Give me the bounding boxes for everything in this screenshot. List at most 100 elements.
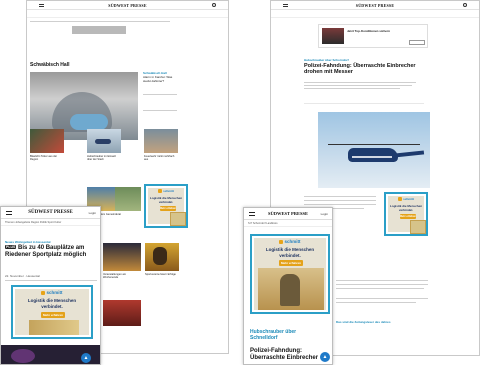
ad-headline-2: verbindet. [41,304,63,309]
helicopter-shape [95,139,111,144]
mobile-section-nav[interactable]: S P Schorndorf Landkreis [244,220,332,227]
ad-headline-2: verbindet. [279,253,301,258]
teaser-image-light [11,349,35,363]
arrow-up-icon[interactable]: ▲ [320,352,330,362]
article-tile-image[interactable] [144,129,178,153]
divider [5,280,97,281]
teaser-card[interactable]: Jetzt Top-Konditionen sichern [318,24,428,48]
ad-logo-icon [41,290,46,295]
ad-headline-2: verbindet. [398,208,414,212]
article-tile-caption[interactable]: Hubschrauber im Einsatz über der Stadt [87,155,121,161]
mobile-screenshot-polizei-fahndung: SÜDWEST PRESSE Login S P Schorndorf Land… [243,207,333,365]
article-text-line [336,302,416,303]
section-nav[interactable] [271,10,479,18]
mobile-header: SÜDWEST PRESSE Login [1,207,100,219]
article-tile-caption[interactable]: Feuerwehr rückt mehrfach aus [144,155,178,161]
teaser-image-car [322,28,344,44]
ad-background: schmitt Logistik die Menschen verbindet.… [254,238,326,310]
login-link[interactable]: Login [89,211,96,215]
ad-schmitt-mobile[interactable]: schmitt Logistik die Menschen verbindet.… [11,285,93,339]
ad-cta-button[interactable]: Mehr erfahren [41,312,65,318]
teaser-button[interactable] [409,40,425,45]
article-tile-image[interactable] [30,129,64,153]
search-icon[interactable] [463,3,467,7]
divider [143,110,177,111]
ad-logo: schmitt [388,197,424,202]
article-text-line [336,288,424,289]
article-tile-image[interactable] [103,300,141,326]
site-logo[interactable]: SÜDWEST PRESSE [27,3,228,8]
helicopter-stripe [352,156,392,158]
plus-badge: PLUS [5,245,17,250]
ad-logo-icon [158,189,163,194]
mobile-screenshot-bauplaetze: SÜDWEST PRESSE Login Themen Jobangebote … [0,206,101,365]
ad-logo-icon [398,197,403,202]
article-title: Polizei-Fahndung: Überraschte Einbrecher… [304,63,416,76]
search-icon[interactable] [212,3,216,7]
site-logo[interactable]: SÜDWEST PRESSE [1,210,100,215]
article-text-line [304,196,376,197]
ad-schmitt-small[interactable]: schmitt Logistik die Menschen verbindet.… [144,184,188,228]
helicopter-body [348,148,398,162]
divider [304,103,424,104]
article-tile-image-helicopter[interactable] [87,129,121,153]
article-tile-image[interactable] [145,243,179,271]
side-teaser-headline: Alarm in Kanzlei: Was steckt dahinter? [143,74,173,83]
teaser-title: Jetzt Top-Konditionen sichern [347,29,390,33]
arrow-up-icon[interactable]: ▲ [81,353,91,363]
ad-schmitt-small[interactable]: schmitt Logistik die Menschen verbindet.… [384,192,428,236]
login-link[interactable]: Login [321,212,328,216]
collage: SÜDWEST PRESSE Schwäbisch Hall Schwäbisc… [0,0,483,365]
helicopter-rotor [328,144,420,145]
article-text-line [336,280,428,281]
related-link[interactable]: Das sind die Zeitungsleser des Jahres [336,320,391,324]
ad-banner-placeholder[interactable] [72,26,126,34]
article-title-text: Bis zu 40 Bauplätze am Riedener Sportpla… [5,245,87,259]
ad-logo: schmitt [254,239,326,244]
mobile-section-nav[interactable]: Themen Jobangebote Region Politik Sport … [1,219,100,226]
ad-cta-button[interactable]: Mehr erfahren [279,260,303,266]
article-tile-image[interactable] [115,187,141,211]
site-header: SÜDWEST PRESSE [271,1,479,10]
ad-logo-icon [279,239,284,244]
article-tile-image[interactable] [103,243,141,271]
article-text-line [336,284,428,285]
site-logo[interactable]: SÜDWEST PRESSE [271,3,479,8]
ad-headline-2: verbindet. [158,200,174,204]
site-header: SÜDWEST PRESSE [27,1,228,10]
article-text-line [304,88,400,89]
ad-person-silhouette [280,274,300,306]
site-logo[interactable]: SÜDWEST PRESSE [244,211,332,216]
ad-image-person [258,268,324,310]
article-dateline: 22. November · Hessental [5,274,40,278]
article-text-line [304,200,376,201]
ad-background: schmitt Logistik die Menschen verbindet.… [148,188,186,226]
article-tile-caption[interactable]: Veranstaltungen am Wochenende [103,273,141,279]
ad-headline-1: Logistik die Menschen [27,298,77,303]
article-text-line [304,85,412,86]
hero-image-shoe [70,114,108,130]
ad-image-building [29,320,79,335]
side-teaser[interactable]: Schwäbisch Hall Alarm in Kanzlei: Was st… [143,71,179,83]
silhouette-shape [153,247,167,265]
ad-cta-button[interactable]: Mehr erfahren [400,214,416,219]
ad-schmitt-mobile[interactable]: schmitt Logistik die Menschen verbindet.… [250,234,330,314]
article-image-helicopter[interactable] [318,112,430,188]
ad-headline-1: Logistik die Menschen [265,247,315,252]
article-text-line [304,82,416,83]
article-kicker: Neues Wohngebiet in Hessental [5,240,51,244]
ad-cta-button[interactable]: Mehr erfahren [160,206,176,211]
helicopter-tail [393,150,425,158]
article-kicker: Hubschrauber über Schnelldorf [250,329,297,341]
article-text-line [336,298,428,299]
section-title: Schwäbisch Hall [30,62,70,68]
divider [30,21,170,22]
ad-logo: schmitt [148,189,184,194]
article-tile-caption[interactable]: Sportvereine feiern Erfolge [145,273,179,276]
ad-background: schmitt Logistik die Menschen verbindet.… [388,196,426,234]
ad-logo: schmitt [15,290,89,295]
article-tile-caption[interactable]: Blaulicht-Ticker aus der Region [30,155,64,161]
ad-image-person [410,220,426,234]
divider [143,94,177,95]
section-nav[interactable] [27,10,228,18]
